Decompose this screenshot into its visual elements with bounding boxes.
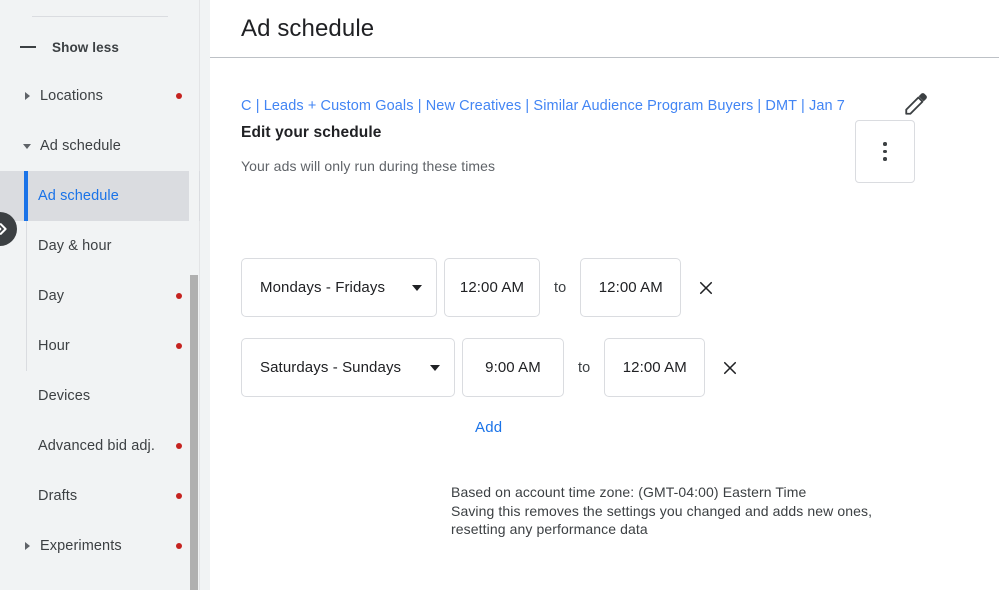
app-root: Show less Locations Ad schedule Ad schedul… [0,0,999,590]
sidebar-item-locations[interactable]: Locations [0,71,200,121]
chevron-double-right-icon [0,223,7,235]
day-range-select[interactable]: Saturdays - Sundays [241,338,455,397]
to-label: to [554,279,567,296]
main-area: Ad schedule C | Leads + Custom Goals | N… [210,0,999,590]
show-less-button[interactable]: Show less [0,33,200,61]
sidebar-item-advanced-bid-adj[interactable]: Advanced bid adj. [0,421,200,471]
end-time-value: 12:00 AM [622,359,687,376]
close-icon [700,281,713,294]
breadcrumb[interactable]: C | Leads + Custom Goals | New Creatives… [241,98,845,114]
chevron-right-icon [22,92,32,100]
minus-icon [20,46,36,48]
end-time-input[interactable]: 12:00 AM [580,258,682,317]
sidebar-item-label: Ad schedule [40,138,121,154]
chevron-down-icon [430,364,440,371]
sidebar-item-label: Locations [40,88,103,104]
alert-dot-icon [176,493,182,499]
start-time-value: 12:00 AM [459,279,525,296]
schedule-panel: C | Leads + Custom Goals | New Creatives… [210,58,999,590]
kebab-dot [883,149,887,154]
sidebar-item-day[interactable]: Day [0,271,200,321]
sidebar-item-ad-schedule[interactable]: Ad schedule [0,121,200,171]
sidebar-item-devices[interactable]: Devices [0,371,200,421]
day-range-value: Saturdays - Sundays [260,359,402,376]
kebab-dot [883,142,887,146]
chevron-down-icon [412,284,422,291]
sidebar-item-hour[interactable]: Hour [0,321,200,371]
schedule-row: Saturdays - Sundays 9:00 AM to 12:00 AM [241,338,741,397]
sidebar-item-day-hour[interactable]: Day & hour [0,221,200,271]
sidebar-inner: Show less Locations Ad schedule Ad schedul… [0,0,200,590]
start-time-input[interactable]: 12:00 AM [444,258,540,317]
end-time-value: 12:00 AM [598,279,663,296]
more-options-button[interactable] [855,120,915,183]
sidebar: Show less Locations Ad schedule Ad schedul… [0,0,210,590]
section-title: Edit your schedule [241,124,382,141]
show-less-label: Show less [52,39,119,55]
close-icon [724,361,737,374]
day-range-select[interactable]: Mondays - Fridays [241,258,437,317]
chevron-right-glyph [24,542,30,550]
alert-dot-icon [176,443,182,449]
chevron-down-glyph [23,143,31,149]
chevron-down-icon [22,143,32,149]
sidebar-scrollbar-thumb[interactable] [190,275,198,590]
end-time-input[interactable]: 12:00 AM [604,338,706,397]
alert-dot-icon [176,293,182,299]
kebab-dot [883,157,887,161]
sidebar-item-label: Ad schedule [38,188,119,204]
add-schedule-link[interactable]: Add [475,419,502,436]
schedule-row: Mondays - Fridays 12:00 AM to 12:00 AM [241,258,717,317]
page-header: Ad schedule [210,0,999,57]
chevron-right-glyph [24,92,30,100]
sidebar-item-label: Day & hour [38,238,112,254]
chevron-right-icon [22,542,32,550]
sidebar-item-label: Day [38,288,65,304]
edit-pencil-button[interactable] [903,91,929,117]
timezone-note-line1: Based on account time zone: (GMT-04:00) … [451,484,807,500]
alert-dot-icon [176,93,182,99]
section-subtitle: Your ads will only run during these time… [241,158,496,174]
sidebar-item-drafts[interactable]: Drafts [0,471,200,521]
start-time-input[interactable]: 9:00 AM [462,338,564,397]
sidebar-divider [32,16,168,17]
sidebar-item-label: Hour [38,338,70,354]
start-time-value: 9:00 AM [485,359,541,376]
timezone-note-line2: Saving this removes the settings you cha… [451,502,873,538]
remove-row-button[interactable] [695,277,717,299]
sidebar-item-label: Experiments [40,538,122,554]
sidebar-item-label: Drafts [38,488,78,504]
timezone-note: Based on account time zone: (GMT-04:00) … [451,483,921,539]
sidebar-item-experiments[interactable]: Experiments [0,521,200,571]
pencil-icon [905,93,927,115]
remove-row-button[interactable] [719,357,741,379]
page-title: Ad schedule [241,14,375,42]
sidebar-scrollbar-track[interactable] [189,0,199,590]
day-range-value: Mondays - Fridays [260,279,386,296]
sidebar-item-label: Advanced bid adj. [38,438,155,454]
to-label: to [578,359,591,376]
sidebar-item-ad-schedule[interactable]: Ad schedule [0,171,200,221]
alert-dot-icon [176,343,182,349]
alert-dot-icon [176,543,182,549]
sidebar-item-label: Devices [38,388,91,404]
